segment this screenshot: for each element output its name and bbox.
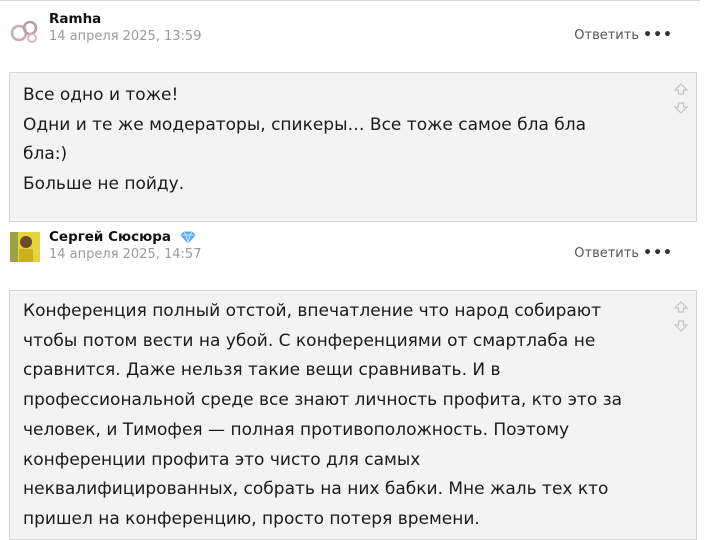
comment-line: профессиональной среде все знают личност…	[23, 390, 623, 411]
reply-button[interactable]: Ответить	[574, 246, 639, 261]
comment-header: Сергей Сюсюра 14 апреля 2025, 14:57 Отве…	[0, 224, 700, 274]
avatar-icon	[10, 20, 38, 43]
top-divider	[0, 0, 700, 4]
author-name[interactable]: Сергей Сюсюра	[49, 229, 196, 245]
comment-line: Больше не пойду.	[23, 174, 185, 195]
author-name[interactable]: Ramha	[49, 11, 101, 27]
comment-text: Конференция полный отстой, впечатление ч…	[23, 297, 653, 535]
comment-line: неквалифицированных, собрать на них бабк…	[23, 479, 609, 500]
comment-line: человек, и Тимофея — полная противополож…	[23, 419, 570, 440]
avatar[interactable]	[10, 232, 40, 262]
comment-header: Ramha 14 апреля 2025, 13:59 Ответить •••	[0, 6, 700, 56]
downvote-icon[interactable]	[674, 320, 688, 332]
upvote-icon[interactable]	[674, 83, 688, 95]
avatar-photo	[10, 232, 40, 262]
comment-date[interactable]: 14 апреля 2025, 13:59	[49, 29, 201, 44]
diamond-icon	[180, 231, 196, 244]
comment-line: сравнится. Даже нельзя такие вещи сравни…	[23, 360, 501, 381]
comment-text: Все одно и тоже! Одни и те же модераторы…	[23, 81, 653, 200]
comment-line: Все одно и тоже!	[23, 85, 179, 105]
comment-line: бла:)	[23, 144, 68, 165]
more-options-button[interactable]: •••	[643, 245, 673, 261]
reply-button[interactable]: Ответить	[574, 28, 639, 43]
comment-line: Конференция полный отстой, впечатление ч…	[23, 301, 602, 321]
avatar[interactable]	[10, 14, 40, 44]
upvote-icon[interactable]	[674, 301, 688, 313]
comment-line: Одни и те же модераторы, спикеры… Все то…	[23, 114, 587, 135]
more-options-button[interactable]: •••	[643, 27, 673, 43]
comment-body: Все одно и тоже! Одни и те же модераторы…	[9, 72, 697, 222]
comment-body: Конференция полный отстой, впечатление ч…	[9, 290, 697, 540]
comment-date[interactable]: 14 апреля 2025, 14:57	[49, 247, 201, 262]
downvote-icon[interactable]	[674, 102, 688, 114]
comment-line: пришел на конференцию, просто потеря вре…	[23, 508, 480, 529]
author-name-text: Сергей Сюсюра	[49, 229, 172, 245]
comment-line: чтобы потом вести на убой. С конференция…	[23, 330, 596, 351]
comment-line: конференции профита это чисто для самых	[23, 449, 421, 470]
